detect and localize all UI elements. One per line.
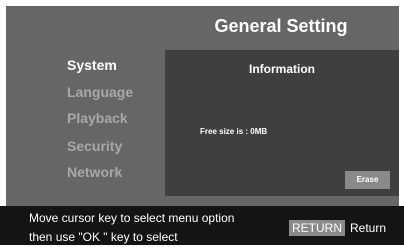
hint-line-1: Move cursor key to select menu option [29,211,235,225]
help-footer: Move cursor key to select menu option th… [0,206,404,245]
erase-button[interactable]: Erase [345,171,390,189]
help-hint: Move cursor key to select menu option th… [29,209,234,247]
free-size-text: Free size is : 0MB [200,127,268,136]
hint-line-2: then use "OK " key to select [29,230,178,244]
menu-item-system[interactable]: System [67,56,117,74]
menu-item-playback[interactable]: Playback [67,109,128,127]
settings-screen: General Setting System Language Playback… [0,0,404,245]
information-title: Information [249,62,315,76]
return-key-badge[interactable]: RETURN [289,220,345,236]
menu-item-network[interactable]: Network [67,163,122,181]
information-pane: Information Free size is : 0MB Erase [165,50,399,196]
menu-item-language[interactable]: Language [67,83,133,101]
settings-panel: General Setting System Language Playback… [6,6,399,206]
page-title: General Setting [214,16,348,36]
menu-item-security[interactable]: Security [67,137,122,155]
return-label: Return [350,221,387,235]
